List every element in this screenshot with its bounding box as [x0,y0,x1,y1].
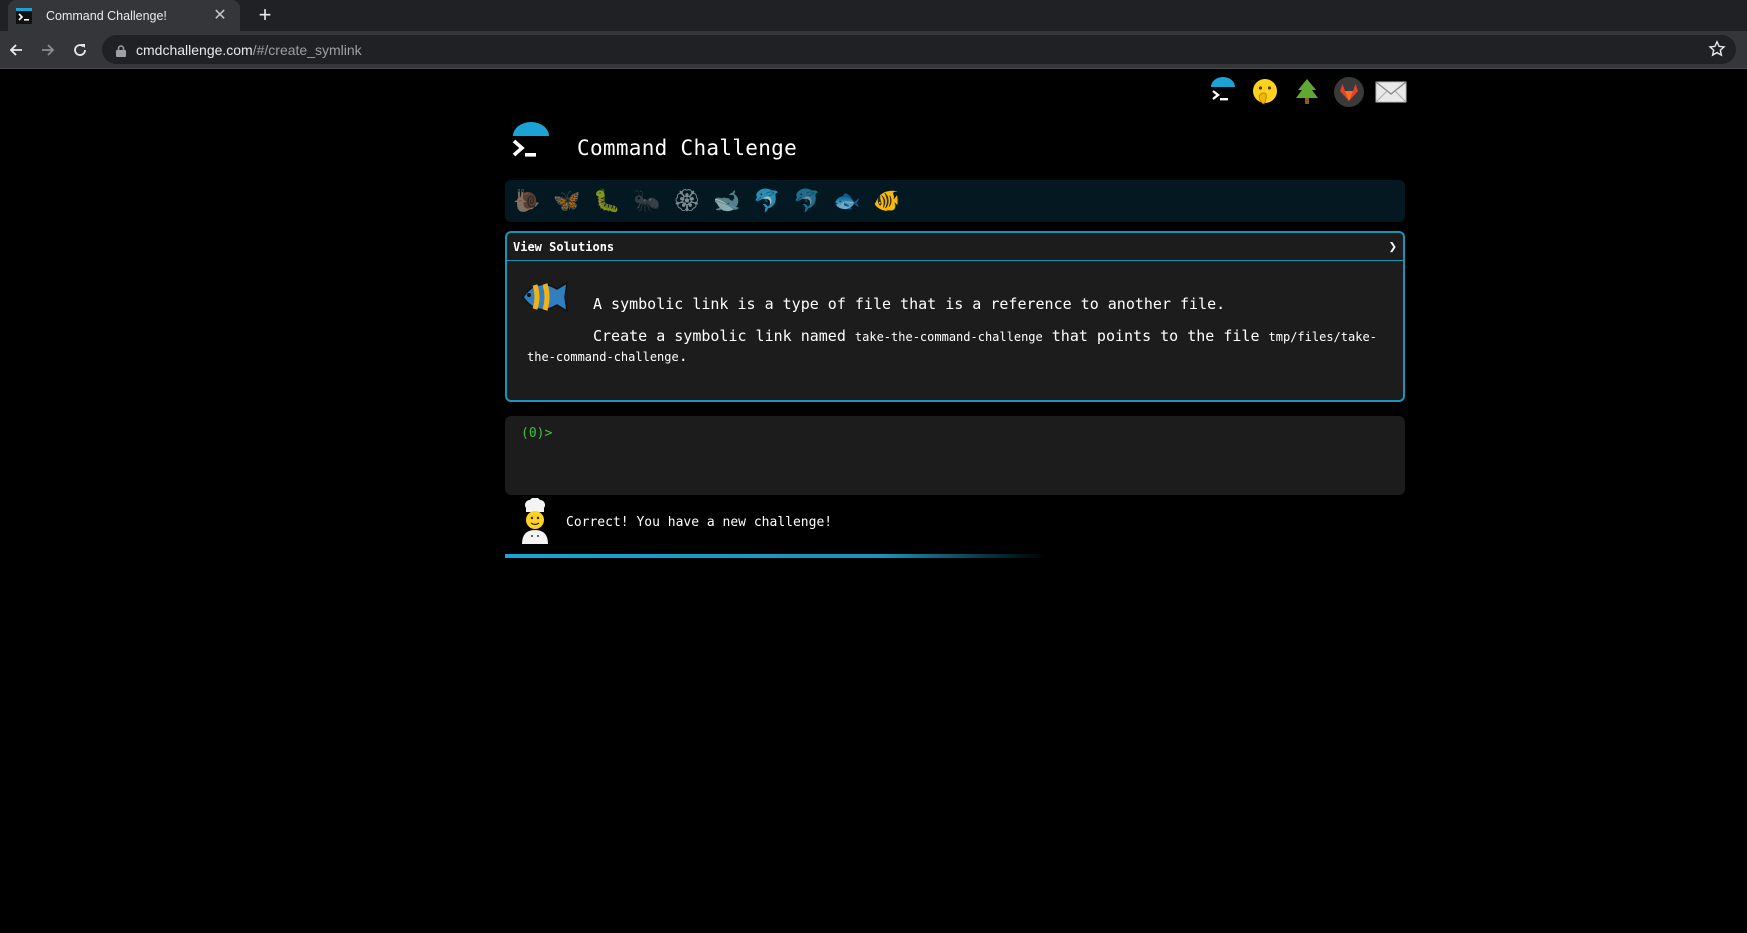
status-message: Correct! You have a new challenge! [566,514,833,530]
level-bug-icon[interactable]: 🐛 [593,187,621,215]
site-header: Command Challenge [505,118,797,178]
arrow-right-icon [42,44,55,56]
browser-tab[interactable]: Command Challenge! ✕ [8,0,240,31]
level-fish-icon[interactable]: 🐟 [833,187,861,215]
challenge-text-mid: that points to the file [1042,327,1269,345]
tropical-fish-icon [519,275,571,319]
challenge-intro: A symbolic link is a type of file that i… [593,295,1226,313]
envelope-icon[interactable] [1374,75,1408,109]
level-dolphin-gray-icon[interactable]: 🐬 [793,187,821,215]
level-butterfly-icon[interactable]: 🦋 [553,187,581,215]
status-bar: Correct! You have a new challenge! [518,497,833,546]
tab-title: Command Challenge! [46,8,167,23]
level-dolphin-icon[interactable]: 🐬 [753,187,781,215]
view-solutions-toggle[interactable]: View Solutions ❯ [507,233,1403,261]
top-icon-links [1206,72,1408,112]
chef-avatar-icon [518,497,552,546]
level-whale-icon[interactable]: 🐋 [713,187,741,215]
reload-button[interactable] [68,38,92,62]
terminal-logo-icon[interactable] [1206,75,1240,109]
url-host: cmdchallenge.com [136,41,253,58]
level-rosette-icon[interactable]: 🏵 [673,187,701,215]
challenge-text-end: . [678,347,688,365]
lock-icon [116,44,126,57]
evergreen-tree-icon[interactable] [1290,75,1324,109]
forward-button[interactable] [36,38,60,62]
level-tropical-fish-icon[interactable]: 🐠 [873,187,901,215]
close-tab-icon[interactable]: ✕ [210,7,230,24]
bookmark-star-icon[interactable] [1708,40,1726,58]
symlink-name: take-the-command-challenge [854,330,1043,344]
terminal-prompt: (0)> [521,426,553,441]
challenge-card: View Solutions ❯ A symbolic link is a ty… [505,231,1405,402]
address-bar[interactable]: cmdchallenge.com/#/create_symlink [102,35,1736,64]
arrow-left-icon [9,44,22,56]
chevron-right-icon[interactable]: ❯ [1389,239,1397,255]
view-solutions-label: View Solutions [513,239,615,254]
progress-bar [505,554,1045,558]
terminal-input[interactable]: (0)> [505,416,1405,495]
browser-toolbar: cmdchallenge.com/#/create_symlink [0,31,1747,69]
level-snail-icon[interactable]: 🐌 [513,187,541,215]
gitlab-logo-icon[interactable] [1332,75,1366,109]
level-selector: 🐌 🦋 🐛 🐜 🏵 🐋 🐬 🐬 🐟 🐠 [505,180,1405,222]
browser-tabstrip: Command Challenge! ✕ + [0,0,1747,31]
face-hand-over-mouth-icon[interactable] [1248,75,1282,109]
challenge-description: Create a symbolic link named take-the-co… [527,327,1387,367]
url-path: /#/create_symlink [252,41,362,58]
challenge-text-pre: Create a symbolic link named [593,327,855,345]
url-text: cmdchallenge.com/#/create_symlink [136,42,362,58]
level-ant-icon[interactable]: 🐜 [633,187,661,215]
back-button[interactable] [4,38,28,62]
page-title: Command Challenge [577,136,798,160]
new-tab-button[interactable]: + [253,4,277,28]
page-content: Command Challenge 🐌 🦋 🐛 🐜 🏵 🐋 🐬 🐬 🐟 🐠 Vi… [0,70,1747,933]
reload-icon [74,44,86,56]
terminal-logo-icon[interactable] [505,122,557,174]
terminal-favicon-icon [16,7,32,24]
